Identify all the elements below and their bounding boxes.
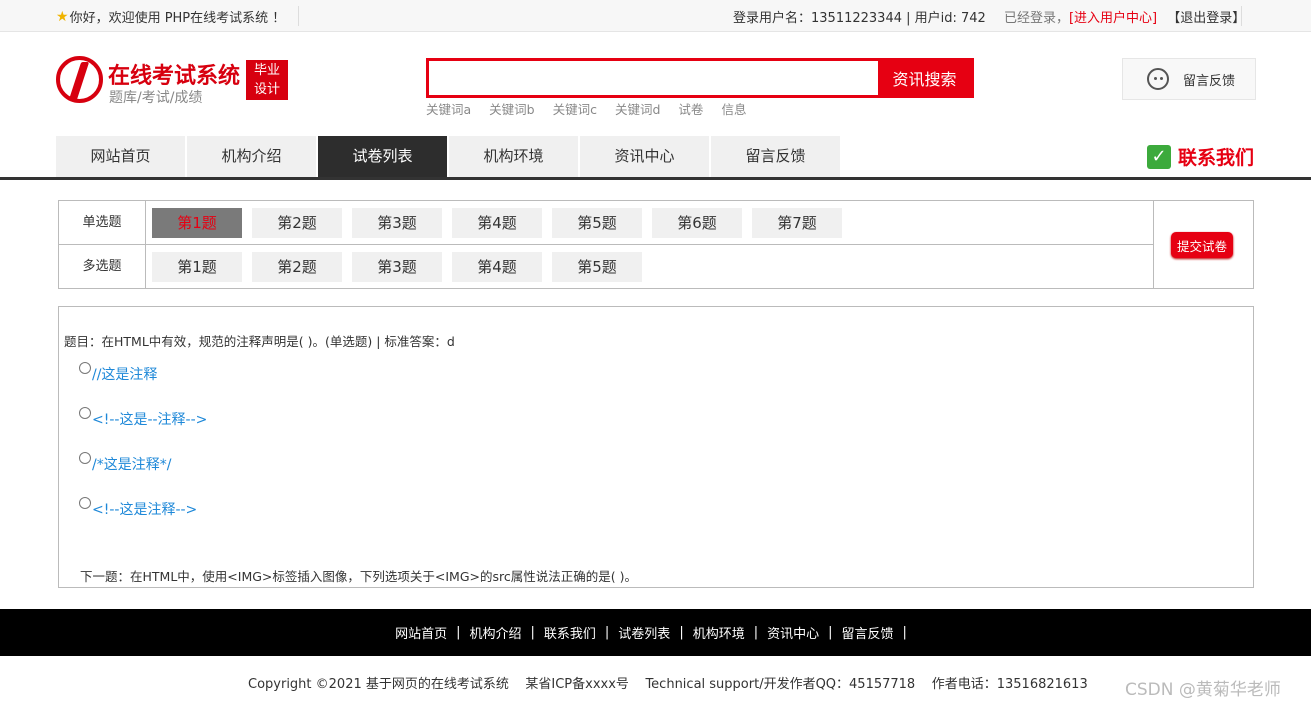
keyword-link[interactable]: 关键词c — [553, 99, 597, 118]
next-question-link[interactable]: 下一题：在HTML中，使用<IMG>标签插入图像，下列选项关于<IMG>的src… — [80, 566, 637, 585]
nav-item-environment[interactable]: 机构环境 — [449, 136, 578, 177]
nav-item-feedback[interactable]: 留言反馈 — [711, 136, 840, 177]
contact-us-link[interactable]: ✓ 联系我们 — [1147, 143, 1254, 170]
welcome-text: 你好，欢迎使用 PHP在线考试系统 ！ — [69, 11, 286, 26]
question-button-multi-2[interactable]: 第2题 — [252, 252, 342, 282]
logout-link[interactable]: 【退出登录】 — [1167, 11, 1245, 26]
logo-badge: 毕业 设计 — [246, 60, 288, 100]
logo-subtitle: 题库/考试/成绩 — [109, 90, 203, 106]
question-panel: 题目：在HTML中有效，规范的注释声明是( )。(单选题) | 标准答案：d /… — [58, 306, 1254, 588]
question-button-multi-5[interactable]: 第5题 — [552, 252, 642, 282]
question-button-single-4[interactable]: 第4题 — [452, 208, 542, 238]
feedback-button[interactable]: 留言反馈 — [1122, 58, 1256, 100]
option-label: //这是注释 — [92, 367, 158, 383]
contact-label: 联系我们 — [1178, 147, 1255, 169]
nav-item-news[interactable]: 资讯中心 — [580, 136, 709, 177]
radio-button[interactable] — [79, 497, 91, 509]
site-logo[interactable]: 在线考试系统 题库/考试/成绩 毕业 设计 — [56, 56, 288, 108]
headset-icon — [1147, 68, 1169, 90]
multi-choice-label: 多选题 — [59, 245, 146, 289]
question-text: 题目：在HTML中有效，规范的注释声明是( )。(单选题) | 标准答案：d — [64, 334, 455, 349]
question-button-multi-4[interactable]: 第4题 — [452, 252, 542, 282]
keyword-link[interactable]: 关键词d — [615, 99, 660, 118]
user-info: 登录用户名：13511223344 | 用户id: 742 已经登录，[进入用户… — [733, 7, 1245, 26]
option-c[interactable]: /*这是注释*/ — [79, 452, 171, 474]
search-bar: 资讯搜索 — [426, 58, 974, 98]
single-choice-buttons: 第1题 第2题 第3题 第4题 第5题 第6题 第7题 — [152, 208, 842, 238]
submit-cell: 提交试卷 — [1153, 201, 1253, 288]
single-choice-label: 单选题 — [59, 201, 146, 245]
search-keywords: 关键词a 关键词b 关键词c 关键词d 试卷 信息 — [426, 99, 746, 118]
option-label: /*这是注释*/ — [92, 457, 172, 473]
keyword-link[interactable]: 关键词b — [489, 99, 534, 118]
search-button[interactable]: 资讯搜索 — [878, 61, 971, 95]
footer-link-about[interactable]: 机构介绍 — [469, 623, 521, 642]
star-icon: ★ — [56, 8, 69, 25]
footer-separator: | — [679, 625, 684, 640]
watermark: CSDN @黄菊华老师 — [1125, 680, 1281, 700]
footer-link-papers[interactable]: 试卷列表 — [618, 623, 670, 642]
nav-item-about[interactable]: 机构介绍 — [187, 136, 316, 177]
footer-separator: | — [753, 625, 759, 640]
question-navigator: 单选题 第1题 第2题 第3题 第4题 第5题 第6题 第7题 多选题 第1题 … — [58, 200, 1254, 289]
radio-button[interactable] — [79, 362, 91, 374]
nav-underline — [0, 177, 1311, 180]
question-button-single-1[interactable]: 第1题 — [152, 208, 242, 238]
footer-separator: | — [530, 625, 535, 640]
footer-link-feedback[interactable]: 留言反馈 — [842, 623, 894, 642]
welcome-message: ★ 你好，欢迎使用 PHP在线考试系统 ！ — [56, 7, 286, 27]
footer-separator: | — [456, 625, 461, 640]
footer-separator: | — [828, 625, 833, 640]
option-b[interactable]: <!--这是--注释--> — [79, 407, 207, 429]
footer-link-contact[interactable]: 联系我们 — [544, 623, 596, 642]
submit-exam-button[interactable]: 提交试卷 — [1171, 232, 1233, 258]
radio-button[interactable] — [79, 407, 91, 419]
main-nav: 网站首页 机构介绍 试卷列表 机构环境 资讯中心 留言反馈 — [56, 136, 842, 177]
footer-separator: | — [902, 625, 907, 640]
top-bar: ★ 你好，欢迎使用 PHP在线考试系统 ！ 登录用户名：13511223344 … — [0, 0, 1311, 32]
option-d[interactable]: <!--这是注释--> — [79, 497, 197, 519]
question-button-single-5[interactable]: 第5题 — [552, 208, 642, 238]
logo-title: 在线考试系统 — [108, 64, 241, 89]
question-button-multi-3[interactable]: 第3题 — [352, 252, 442, 282]
footer-link-home[interactable]: 网站首页 — [395, 623, 447, 642]
question-button-single-7[interactable]: 第7题 — [752, 208, 842, 238]
question-button-single-6[interactable]: 第6题 — [652, 208, 742, 238]
nav-item-home[interactable]: 网站首页 — [56, 136, 185, 177]
option-label: <!--这是--注释--> — [92, 412, 208, 428]
keyword-link[interactable]: 关键词a — [426, 99, 471, 118]
option-label: <!--这是注释--> — [92, 502, 198, 518]
login-status: 已经登录， — [1003, 11, 1069, 26]
badge-line-1: 毕业 — [253, 63, 280, 78]
user-label: 登录用户名：13511223344 | 用户id: 742 — [733, 11, 986, 26]
user-center-link[interactable]: [进入用户中心] — [1069, 11, 1157, 26]
question-button-single-3[interactable]: 第3题 — [352, 208, 442, 238]
footer-link-environment[interactable]: 机构环境 — [693, 623, 745, 642]
search-input[interactable] — [429, 61, 878, 95]
footer-link-news[interactable]: 资讯中心 — [767, 623, 819, 642]
divider — [1241, 6, 1242, 26]
multi-choice-row: 多选题 第1题 第2题 第3题 第4题 第5题 — [59, 245, 1153, 289]
keyword-link[interactable]: 信息 — [721, 99, 746, 118]
question-button-single-2[interactable]: 第2题 — [252, 208, 342, 238]
keyword-link[interactable]: 试卷 — [678, 99, 703, 118]
footer-nav: 网站首页 | 机构介绍 | 联系我们 | 试卷列表 | 机构环境 | 资讯中心 | 留言反馈… — [0, 609, 1311, 656]
checkmark-icon: ✓ — [1147, 144, 1171, 169]
copyright-text: Copyright ©2021 基于网页的在线考试系统 某省ICP备xxxx号 … — [248, 677, 1088, 692]
question-button-multi-1[interactable]: 第1题 — [152, 252, 242, 282]
multi-choice-buttons: 第1题 第2题 第3题 第4题 第5题 — [152, 252, 642, 282]
radio-button[interactable] — [79, 452, 91, 464]
footer-separator: | — [604, 625, 610, 640]
divider — [298, 6, 299, 26]
badge-line-2: 设计 — [253, 82, 280, 97]
logo-mark-icon — [56, 56, 103, 103]
nav-item-papers[interactable]: 试卷列表 — [318, 136, 447, 177]
option-a[interactable]: //这是注释 — [79, 362, 157, 384]
feedback-label: 留言反馈 — [1183, 73, 1236, 89]
single-choice-row: 单选题 第1题 第2题 第3题 第4题 第5题 第6题 第7题 — [59, 201, 1153, 245]
